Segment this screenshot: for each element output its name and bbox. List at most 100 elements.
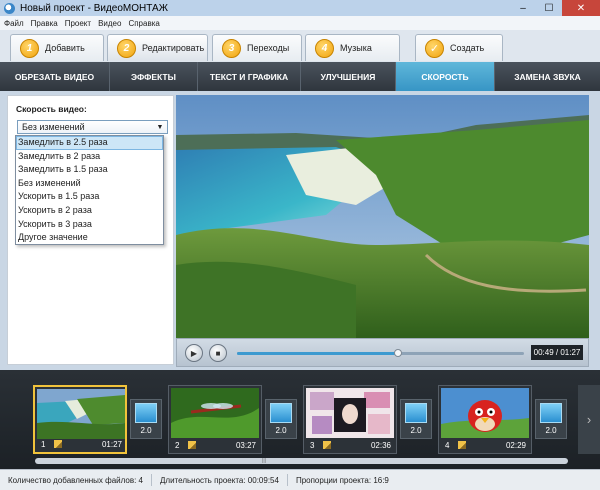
timeline-clip[interactable]: 1 01:27 <box>33 385 127 454</box>
speed-dropdown-list: Замедлить в 2.5 раза Замедлить в 2 раза … <box>15 135 164 245</box>
tab-improvements[interactable]: УЛУЧШЕНИЯ <box>301 62 396 91</box>
preview-frame-image <box>176 95 589 338</box>
status-duration: Длительность проекта: 00:09:54 <box>152 474 288 486</box>
workflow-steps: 1 Добавить 2 Редактировать 3 Переходы 4 … <box>0 30 600 62</box>
speed-option[interactable]: Замедлить в 1.5 раза <box>16 163 163 177</box>
transition-duration: 2.0 <box>410 426 422 435</box>
status-file-count: Количество добавленных файлов: 4 <box>0 474 152 486</box>
clip-duration: 03:27 <box>235 440 256 450</box>
step-label: Создать <box>450 43 485 53</box>
clip-thumbnail <box>306 388 394 438</box>
pencil-icon[interactable] <box>54 440 62 448</box>
status-bar: Количество добавленных файлов: 4 Длитель… <box>0 469 600 490</box>
tab-replace-sound[interactable]: ЗАМЕНА ЗВУКА <box>495 62 600 91</box>
menu-help[interactable]: Справка <box>128 19 159 28</box>
transition-tile[interactable]: 2.0 <box>265 399 297 439</box>
pencil-icon[interactable] <box>188 441 196 449</box>
transition-tile[interactable]: 2.0 <box>130 399 162 439</box>
menu-project[interactable]: Проект <box>65 19 91 28</box>
function-tabs: ОБРЕЗАТЬ ВИДЕО ЭФФЕКТЫ ТЕКСТ И ГРАФИКА У… <box>0 62 600 91</box>
video-preview[interactable] <box>176 95 589 338</box>
seek-handle[interactable] <box>393 349 402 357</box>
menu-edit[interactable]: Правка <box>31 19 58 28</box>
chevron-down-icon[interactable]: ▼ <box>153 121 167 133</box>
clip-duration: 01:27 <box>101 439 122 449</box>
maximize-button[interactable]: ☐ <box>536 0 562 16</box>
speed-option[interactable]: Ускорить в 1.5 раза <box>16 190 163 204</box>
close-button[interactable]: ✕ <box>562 0 600 16</box>
speed-option[interactable]: Другое значение <box>16 231 163 245</box>
step-label: Добавить <box>45 43 85 53</box>
timeline-clip[interactable]: 3 02:36 <box>303 385 397 454</box>
step-transitions[interactable]: 3 Переходы <box>212 34 302 61</box>
clip-info: 1 01:27 <box>37 438 125 450</box>
step-music[interactable]: 4 Музыка <box>305 34 400 61</box>
timeline-clip[interactable]: 4 02:29 <box>438 385 532 454</box>
step-number-badge: 3 <box>222 38 241 58</box>
clip-thumbnail <box>37 389 125 439</box>
status-aspect-ratio: Пропорции проекта: 16:9 <box>295 475 389 485</box>
timeline: 1 01:27 2.0 2 03:27 2.0 3 02:36 2.0 4 02… <box>0 370 600 469</box>
speed-option[interactable]: Ускорить в 3 раза <box>16 218 163 232</box>
step-number-badge: 2 <box>117 38 136 58</box>
step-label: Переходы <box>247 43 290 53</box>
timeline-scroll-right-button[interactable]: › <box>578 385 600 454</box>
tab-text-graphics[interactable]: ТЕКСТ И ГРАФИКА <box>198 62 301 91</box>
speed-select-value: Без изменений <box>22 122 85 132</box>
step-create[interactable]: ✓ Создать <box>415 34 503 61</box>
transition-duration: 2.0 <box>140 426 152 435</box>
player-controls: ▶ ■ 00:49 / 01:27 <box>176 338 589 367</box>
window-title: Новый проект - ВидеоМОНТАЖ <box>20 2 168 14</box>
stop-button[interactable]: ■ <box>209 344 227 362</box>
tab-speed[interactable]: СКОРОСТЬ <box>396 62 495 91</box>
step-edit[interactable]: 2 Редактировать <box>107 34 208 61</box>
clip-duration: 02:29 <box>505 440 526 450</box>
menu-video[interactable]: Видео <box>98 19 121 28</box>
step-add[interactable]: 1 Добавить <box>10 34 104 61</box>
pencil-icon[interactable] <box>323 441 331 449</box>
tab-trim-video[interactable]: ОБРЕЗАТЬ ВИДЕО <box>0 62 110 91</box>
menu-bar: Файл Правка Проект Видео Справка <box>0 16 600 30</box>
tab-effects[interactable]: ЭФФЕКТЫ <box>110 62 198 91</box>
menu-file[interactable]: Файл <box>4 19 24 28</box>
seek-bar[interactable] <box>237 349 524 357</box>
seek-progress <box>237 352 398 355</box>
clip-thumbnail <box>441 388 529 438</box>
step-number-badge: 4 <box>315 38 334 58</box>
timeline-scrollbar[interactable]: ||| <box>35 458 568 464</box>
step-label: Музыка <box>340 43 372 53</box>
scrollbar-grip[interactable]: ||| <box>260 458 268 464</box>
clip-info: 2 03:27 <box>171 439 259 451</box>
pencil-icon[interactable] <box>458 441 466 449</box>
clip-number: 1 <box>41 439 46 449</box>
transition-icon <box>135 403 157 423</box>
step-number-badge: 1 <box>20 38 39 58</box>
clip-info: 4 02:29 <box>441 439 529 451</box>
speed-option[interactable]: Ускорить в 2 раза <box>16 204 163 218</box>
transition-icon <box>405 403 427 423</box>
speed-option[interactable]: Замедлить в 2 раза <box>16 150 163 164</box>
transition-icon <box>270 403 292 423</box>
speed-option[interactable]: Замедлить в 2.5 раза <box>16 136 163 150</box>
clip-number: 2 <box>175 440 180 450</box>
speed-select[interactable]: Без изменений ▼ <box>17 120 168 134</box>
speed-caption: Скорость видео: <box>16 104 87 114</box>
clip-thumbnail <box>171 388 259 438</box>
clip-info: 3 02:36 <box>306 439 394 451</box>
clip-number: 3 <box>310 440 315 450</box>
transition-duration: 2.0 <box>545 426 557 435</box>
timeline-clip[interactable]: 2 03:27 <box>168 385 262 454</box>
step-label: Редактировать <box>142 43 205 53</box>
clip-duration: 02:36 <box>370 440 391 450</box>
app-icon <box>4 2 15 14</box>
play-button[interactable]: ▶ <box>185 344 203 362</box>
transition-tile[interactable]: 2.0 <box>400 399 432 439</box>
transition-tile[interactable]: 2.0 <box>535 399 567 439</box>
transition-icon <box>540 403 562 423</box>
check-icon: ✓ <box>425 38 444 58</box>
minimize-button[interactable]: – <box>510 0 536 16</box>
transition-duration: 2.0 <box>275 426 287 435</box>
speed-option[interactable]: Без изменений <box>16 177 163 191</box>
time-display: 00:49 / 01:27 <box>531 345 583 360</box>
clip-number: 4 <box>445 440 450 450</box>
